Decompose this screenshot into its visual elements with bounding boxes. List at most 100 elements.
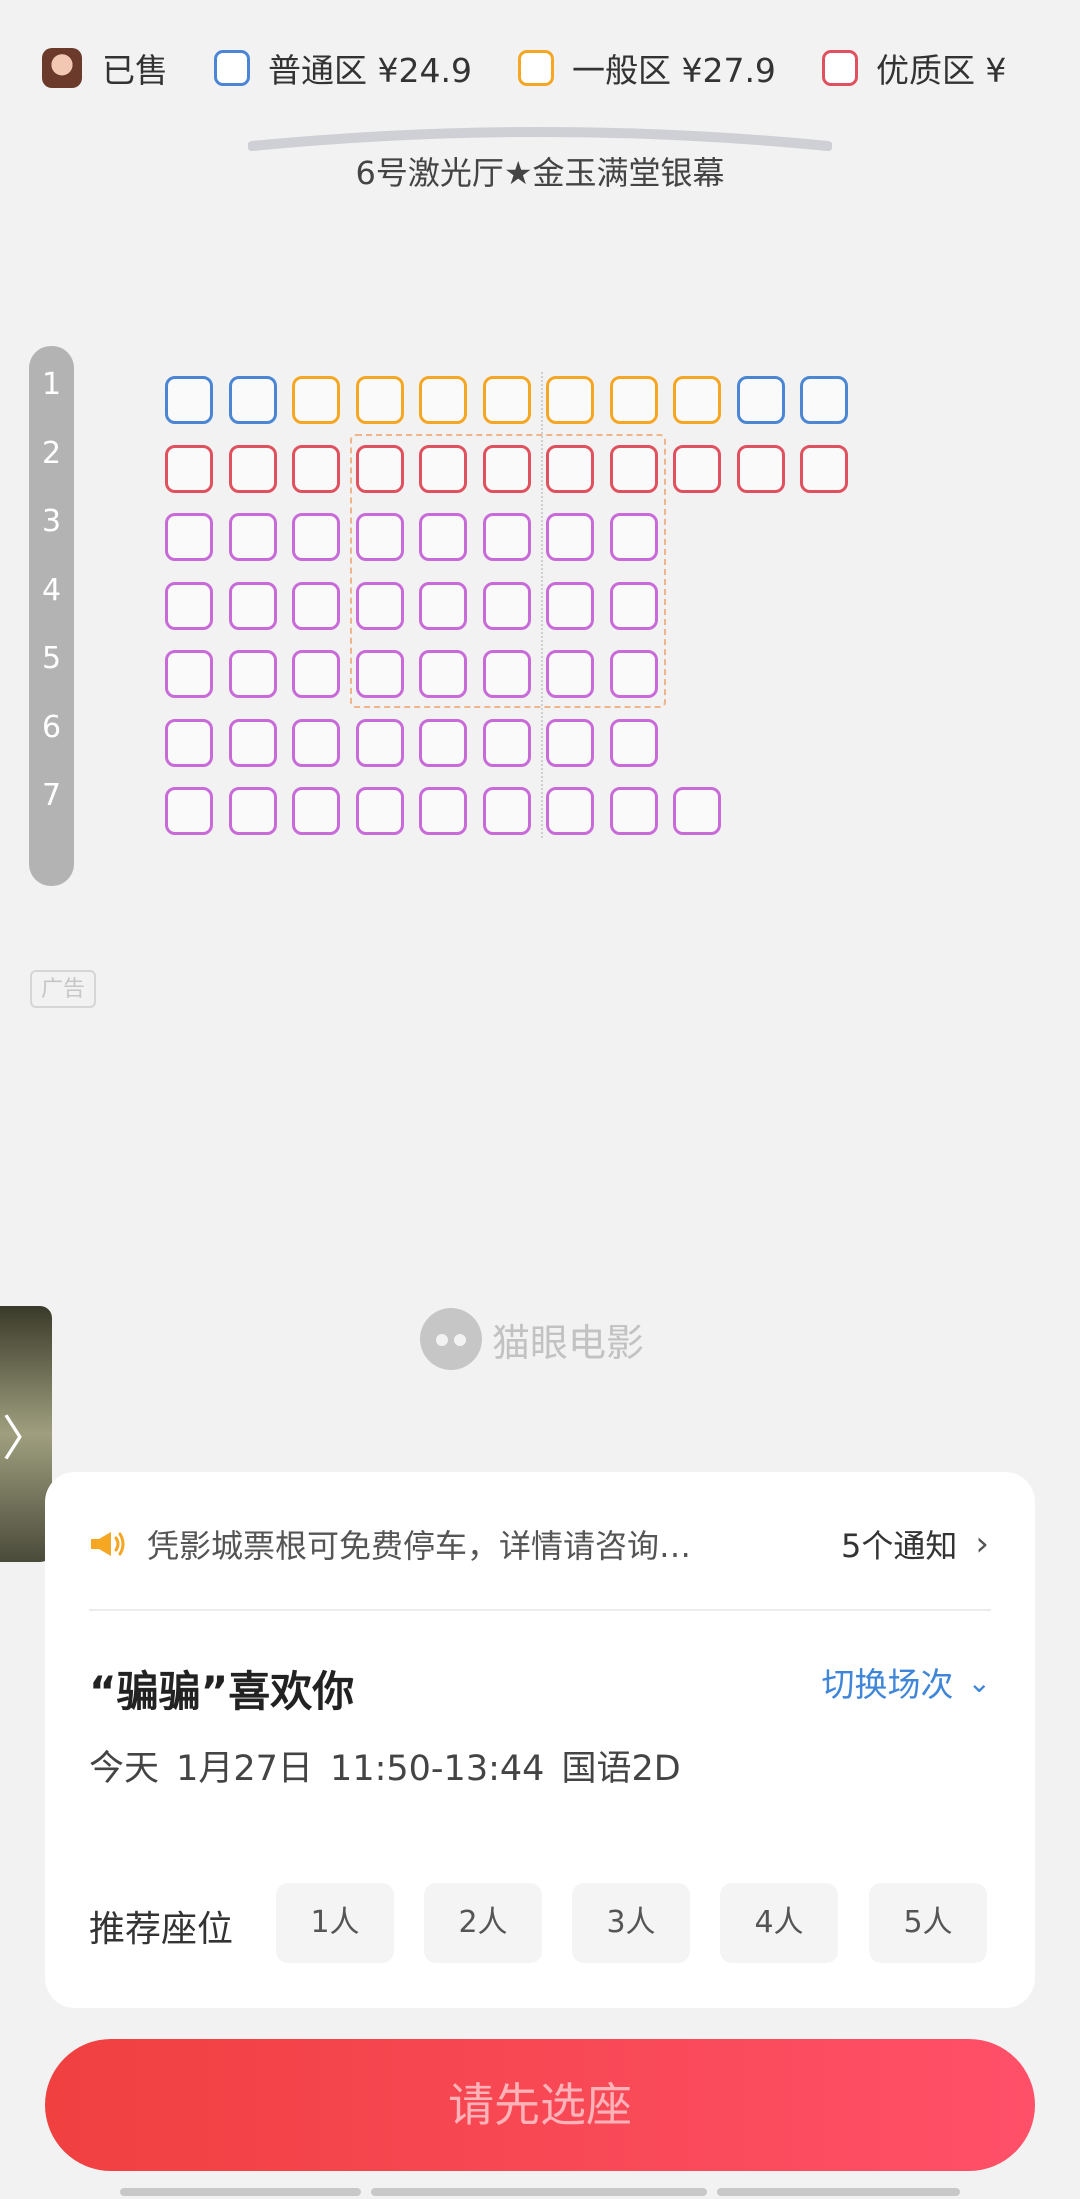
megaphone-icon: [91, 1532, 125, 1556]
seat[interactable]: [609, 376, 658, 424]
row-number: 4: [41, 572, 62, 608]
seat[interactable]: [609, 444, 658, 493]
switch-session-button[interactable]: 切换场次 ⌄: [822, 1658, 991, 1706]
seat[interactable]: [355, 376, 404, 424]
seat[interactable]: [482, 787, 531, 835]
row-number: 1: [41, 367, 62, 402]
seat[interactable]: [228, 513, 277, 561]
seat[interactable]: [355, 650, 404, 698]
chevron-down-icon: ⌄: [967, 1665, 991, 1699]
seat[interactable]: [546, 376, 594, 424]
seat[interactable]: [546, 718, 594, 767]
recommend-3-person-button[interactable]: 3人: [572, 1883, 690, 1963]
seat[interactable]: [292, 787, 340, 835]
select-seat-button[interactable]: 请先选座: [45, 2039, 1035, 2171]
seat[interactable]: [609, 650, 658, 698]
seat[interactable]: [482, 513, 531, 561]
seat[interactable]: [165, 444, 213, 493]
seat[interactable]: [228, 650, 277, 698]
seat[interactable]: [165, 581, 213, 630]
seat[interactable]: [228, 581, 277, 630]
seat[interactable]: [355, 444, 404, 493]
seat[interactable]: [546, 650, 594, 698]
seat[interactable]: [355, 787, 404, 835]
cat-logo-icon: [420, 1308, 482, 1370]
seat[interactable]: [482, 444, 531, 493]
seat[interactable]: [482, 376, 531, 424]
switch-session-label: 切换场次: [821, 1665, 954, 1704]
seat[interactable]: [673, 444, 721, 493]
seat[interactable]: [228, 444, 277, 493]
seat[interactable]: [736, 376, 785, 424]
legend-zone-general: 一般区 ¥27.9: [517, 44, 776, 92]
legend-zone-regular: 普通区 ¥24.9: [214, 44, 472, 92]
seat[interactable]: [482, 718, 531, 767]
divider: [89, 1609, 991, 1611]
seat[interactable]: [673, 787, 721, 835]
seat[interactable]: [482, 650, 531, 698]
notice-text: 凭影城票根可免费停车，详情请咨询…: [147, 1527, 692, 1565]
notice-count: 5个通知: [841, 1527, 958, 1565]
seat[interactable]: [355, 513, 404, 561]
ad-tag: 广告: [30, 970, 96, 1008]
seat[interactable]: [419, 718, 467, 767]
recommend-2-person-button[interactable]: 2人: [424, 1883, 542, 1963]
seat[interactable]: [292, 581, 340, 630]
seat[interactable]: [546, 513, 594, 561]
seat[interactable]: [736, 444, 785, 493]
seat[interactable]: [419, 581, 467, 630]
seat[interactable]: [292, 444, 340, 493]
seat[interactable]: [355, 581, 404, 630]
seat[interactable]: [292, 718, 340, 767]
seat[interactable]: [292, 376, 340, 424]
seat[interactable]: [800, 444, 848, 493]
seat[interactable]: [609, 513, 658, 561]
seat[interactable]: [673, 376, 721, 424]
seat[interactable]: [165, 787, 213, 835]
seat[interactable]: [165, 376, 213, 424]
row-number: 5: [41, 641, 62, 676]
session-panel: 凭影城票根可免费停车，详情请咨询… 5个通知 › “骗骗”喜欢你 切换场次 ⌄ …: [45, 1472, 1035, 2008]
legend-zone-label: 普通区 ¥24.9: [268, 51, 472, 90]
legend-zone-label: 一般区 ¥27.9: [571, 51, 776, 90]
seat[interactable]: [292, 650, 340, 698]
row-number: 2: [41, 435, 62, 471]
seat[interactable]: [419, 787, 467, 835]
seat[interactable]: [546, 581, 594, 630]
seat[interactable]: [165, 513, 213, 561]
seat[interactable]: [419, 513, 467, 561]
seat[interactable]: [419, 376, 467, 424]
seat-sample-icon: [821, 50, 858, 86]
recommend-5-person-button[interactable]: 5人: [869, 1883, 987, 1963]
seat[interactable]: [165, 718, 213, 767]
seat[interactable]: [355, 718, 404, 767]
home-bar: [120, 2188, 362, 2196]
seat[interactable]: [546, 787, 594, 835]
chevron-right-icon: 〉: [1, 1411, 50, 1467]
seat[interactable]: [228, 376, 277, 424]
seat[interactable]: [228, 718, 277, 767]
seat[interactable]: [800, 376, 848, 424]
home-indicator: [120, 2188, 960, 2196]
recommend-1-person-button[interactable]: 1人: [276, 1883, 394, 1963]
seat[interactable]: [482, 581, 531, 630]
seat-sample-icon: [517, 50, 554, 86]
seat[interactable]: [165, 650, 213, 698]
recommend-seats-label: 推荐座位: [89, 1909, 234, 1950]
sold-avatar-icon: [42, 48, 82, 88]
seat[interactable]: [228, 787, 277, 835]
recommend-4-person-button[interactable]: 4人: [720, 1883, 838, 1963]
legend-zone-premium: 优质区 ¥: [821, 44, 1006, 92]
seat[interactable]: [292, 513, 340, 561]
seat[interactable]: [609, 718, 658, 767]
notice-bar[interactable]: 凭影城票根可免费停车，详情请咨询… 5个通知 ›: [89, 1516, 989, 1572]
seat[interactable]: [419, 650, 467, 698]
seat[interactable]: [609, 581, 658, 630]
seat[interactable]: [609, 787, 658, 835]
seat-legend: 已售 普通区 ¥24.9 一般区 ¥27.9 优质区 ¥: [42, 40, 1052, 96]
home-bar: [371, 2188, 707, 2196]
legend-sold: 已售: [42, 44, 168, 92]
seat[interactable]: [419, 444, 467, 493]
seat[interactable]: [546, 444, 594, 493]
chevron-right-icon: ›: [975, 1524, 989, 1564]
